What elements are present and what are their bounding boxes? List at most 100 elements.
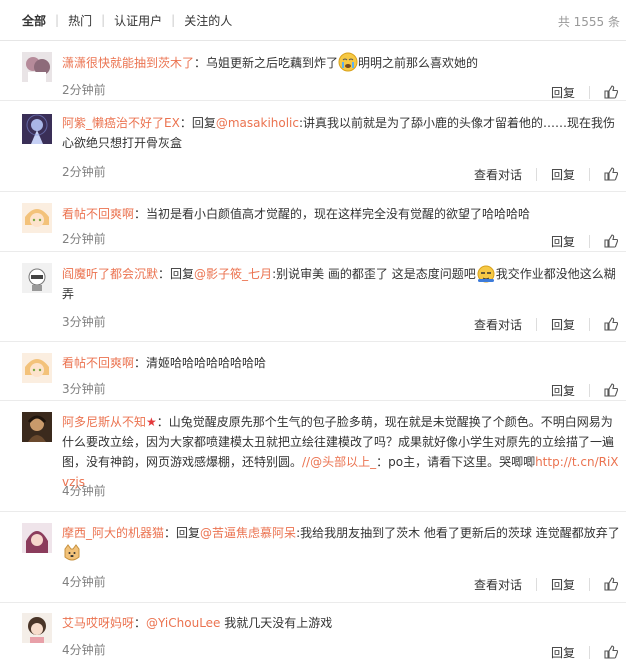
reply-button[interactable]: 回复 — [551, 382, 575, 399]
comment-actions: 查看对话 回复 — [474, 316, 619, 333]
comment-content: 艾马哎呀妈呀：@YiChouLee 我就几天没有上游戏 — [62, 613, 620, 633]
comment-time: 4分钟前 — [62, 484, 106, 498]
comment-list: 潇潇很快就能抽到茨木了：乌姐更新之后吃藕到炸了 明明之前那么喜欢她的 2分钟前 回… — [0, 41, 626, 663]
comment-actions: 查看对话 回复 — [474, 576, 619, 593]
comment-content: 阎魔听了都会沉默：回复@影子筱_七月:别说审美 画的都歪了 这是态度问题吧 我交作… — [62, 263, 620, 304]
comment-time: 2分钟前 — [62, 83, 106, 97]
tab-hot[interactable]: 热门 — [68, 12, 92, 29]
comment-time: 3分钟前 — [62, 315, 106, 329]
comment-text: 乌姐更新之后吃藕到炸了 — [206, 56, 339, 70]
action-divider — [535, 317, 537, 331]
comment-content: 摩西_阿大的机器猫：回复@苦逼焦虑慕阿呆:我给我朋友抽到了茨木 他看了更新后的茨… — [62, 523, 620, 564]
tab-verified-users[interactable]: 认证用户 — [114, 12, 162, 29]
comment-item: 阿多尼斯从不知★：山兔觉醒皮原先那个生气的包子脸多萌，现在就是未觉醒换了个颜色。… — [0, 401, 626, 512]
tab-following[interactable]: 关注的人 — [184, 12, 232, 29]
mention-link[interactable]: @YiChouLee — [146, 616, 220, 630]
avatar[interactable] — [22, 52, 52, 82]
comment-text: 清姬哈哈哈哈哈哈哈哈 — [146, 356, 267, 370]
comment-text: 我就几天没有上游戏 — [220, 616, 333, 630]
avatar[interactable] — [22, 114, 52, 144]
mention-link[interactable]: @苦逼焦虑慕阿呆 — [200, 526, 296, 540]
comment-item: 摩西_阿大的机器猫：回复@苦逼焦虑慕阿呆:我给我朋友抽到了茨木 他看了更新后的茨… — [0, 512, 626, 603]
reply-prefix: 回复 — [191, 116, 216, 130]
colon: ： — [179, 116, 192, 130]
comment-username[interactable]: 阿多尼斯从不知 — [62, 415, 146, 429]
comment-username[interactable]: 潇潇很快就能抽到茨木了 — [62, 56, 194, 70]
comment-actions: 回复 — [551, 644, 619, 661]
comment-text: :我给我朋友抽到了茨木 他看了更新后的茨球 连觉醒都放弃了 — [296, 526, 620, 540]
view-conversation-button[interactable]: 查看对话 — [474, 316, 522, 333]
thumbs-up-icon[interactable] — [604, 383, 619, 397]
comment-item: 阎魔听了都会沉默：回复@影子筱_七月:别说审美 画的都歪了 这是态度问题吧 我交作… — [0, 252, 626, 342]
action-divider — [589, 317, 590, 331]
thumbs-up-icon[interactable] — [604, 234, 619, 248]
action-divider — [589, 577, 590, 591]
colon: ： — [158, 267, 171, 281]
avatar[interactable] — [22, 353, 52, 383]
comment-content: 潇潇很快就能抽到茨木了：乌姐更新之后吃藕到炸了 明明之前那么喜欢她的 — [62, 52, 620, 73]
comment-text: 明明之前那么喜欢她的 — [358, 56, 479, 70]
colon: ： — [134, 616, 147, 630]
total-count: 共 1555 条 — [557, 15, 620, 29]
comment-actions: 查看对话 回复 — [474, 166, 619, 183]
colon: ： — [134, 207, 147, 221]
colon: ： — [156, 415, 169, 429]
thumbs-up-icon[interactable] — [604, 317, 619, 331]
reply-prefix: 回复 — [170, 267, 195, 281]
thumbs-up-icon[interactable] — [604, 85, 619, 99]
mention-link[interactable]: @masakiholic — [216, 116, 299, 130]
reply-button[interactable]: 回复 — [551, 233, 575, 250]
avatar[interactable] — [22, 263, 52, 293]
thumbs-up-icon[interactable] — [604, 645, 619, 659]
doge-face-icon — [476, 263, 496, 283]
comment-item: 艾马哎呀妈呀：@YiChouLee 我就几天没有上游戏 4分钟前 回复 — [0, 603, 626, 663]
comment-item: 阿紫_懒癌治不好了EX：回复@masakiholic:讲真我以前就是为了舔小鹿的… — [0, 101, 626, 192]
comment-actions: 回复 — [551, 233, 619, 250]
action-divider — [589, 383, 590, 397]
comment-item: 看帖不回爽啊：清姬哈哈哈哈哈哈哈哈 3分钟前 回复 — [0, 342, 626, 401]
comment-text: :别说审美 画的都歪了 这是态度问题吧 — [272, 267, 476, 281]
comment-time: 2分钟前 — [62, 232, 106, 246]
reply-button[interactable]: 回复 — [551, 576, 575, 593]
thumbs-up-icon[interactable] — [604, 167, 619, 181]
comment-username[interactable]: 看帖不回爽啊 — [62, 356, 134, 370]
avatar[interactable] — [22, 523, 52, 553]
reply-button[interactable]: 回复 — [551, 166, 575, 183]
comment-username[interactable]: 看帖不回爽啊 — [62, 207, 134, 221]
avatar[interactable] — [22, 203, 52, 233]
comment-content: 阿多尼斯从不知★：山兔觉醒皮原先那个生气的包子脸多萌，现在就是未觉醒换了个颜色。… — [62, 412, 620, 492]
comment-time: 4分钟前 — [62, 575, 106, 589]
comment-username[interactable]: 摩西_阿大的机器猫 — [62, 526, 164, 540]
comment-username[interactable]: 艾马哎呀妈呀 — [62, 616, 134, 630]
comment-content: 阿紫_懒癌治不好了EX：回复@masakiholic:讲真我以前就是为了舔小鹿的… — [62, 113, 620, 153]
comment-username[interactable]: 阎魔听了都会沉默 — [62, 267, 158, 281]
view-conversation-button[interactable]: 查看对话 — [474, 166, 522, 183]
crying-face-icon — [338, 52, 358, 72]
action-divider — [589, 234, 590, 248]
doge-dog-icon — [62, 543, 82, 563]
mention-link[interactable]: @影子筱_七月 — [194, 267, 272, 281]
reply-button[interactable]: 回复 — [551, 316, 575, 333]
comment-item: 潇潇很快就能抽到茨木了：乌姐更新之后吃藕到炸了 明明之前那么喜欢她的 2分钟前 回… — [0, 41, 626, 101]
view-conversation-button[interactable]: 查看对话 — [474, 576, 522, 593]
comment-text: 当初是看小白颜值高才觉醒的，现在这样完全没有觉醒的欲望了哈哈哈哈 — [146, 207, 531, 221]
reply-button[interactable]: 回复 — [551, 644, 575, 661]
comment-actions: 回复 — [551, 84, 619, 101]
tab-divider: | — [101, 13, 106, 27]
comment-content: 看帖不回爽啊：当初是看小白颜值高才觉醒的，现在这样完全没有觉醒的欲望了哈哈哈哈 — [62, 204, 620, 224]
thumbs-up-icon[interactable] — [604, 577, 619, 591]
mention-link[interactable]: //@头部以上_ — [302, 455, 376, 469]
comment-username[interactable]: 阿紫_懒癌治不好了EX — [62, 116, 180, 130]
comment-time: 2分钟前 — [62, 165, 106, 179]
avatar[interactable] — [22, 412, 52, 442]
tab-all[interactable]: 全部 — [22, 12, 46, 29]
comment-filter-tabs: 全部 | 热门 | 认证用户 | 关注的人 共 1555 条 — [0, 0, 626, 41]
action-divider — [589, 645, 590, 659]
comment-text: ：po主，请看下这里。哭唧唧 — [376, 455, 536, 469]
avatar[interactable] — [22, 613, 52, 643]
colon: ： — [194, 56, 207, 70]
star-badge-icon: ★ — [146, 415, 157, 429]
comment-content: 看帖不回爽啊：清姬哈哈哈哈哈哈哈哈 — [62, 353, 620, 373]
reply-button[interactable]: 回复 — [551, 84, 575, 101]
comment-time: 4分钟前 — [62, 643, 106, 657]
